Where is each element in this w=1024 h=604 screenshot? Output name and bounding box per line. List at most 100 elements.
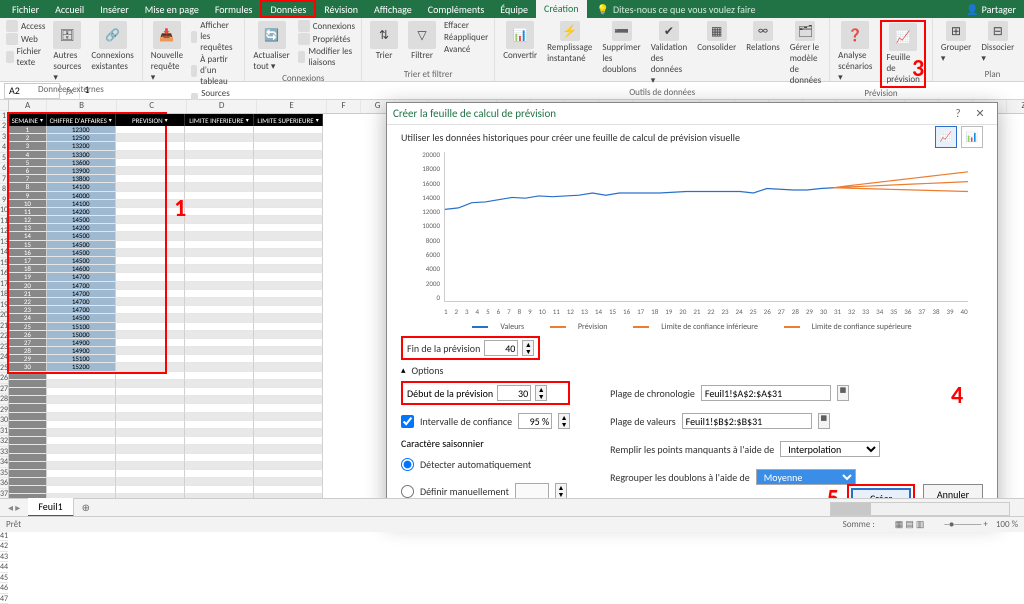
web-icon	[6, 33, 18, 45]
btn-consolider[interactable]: ▦Consolider	[695, 20, 738, 54]
chrono-picker[interactable]: ▦	[837, 385, 849, 401]
intervalle-spinner[interactable]: ▲▼	[558, 413, 570, 429]
btn-reappliquer[interactable]: Réappliquer	[444, 32, 488, 43]
btn-nouvelle-requete[interactable]: 📥Nouvelle requête ▾	[149, 20, 185, 84]
data-validation-icon: ✔	[659, 21, 679, 41]
btn-modifier-liaisons[interactable]: Modifier les liaisons	[298, 46, 355, 68]
tab-mise-en-page[interactable]: Mise en page	[137, 0, 207, 18]
intervalle-checkbox[interactable]	[401, 415, 414, 428]
group-label-sort: Trier et filtrer	[404, 69, 453, 81]
zoom-slider[interactable]: ─●────── +	[944, 519, 987, 530]
fin-prevision-spinner[interactable]: ▲▼	[522, 340, 534, 356]
definir-manuel-radio[interactable]	[401, 485, 414, 498]
status-sum: Somme :	[843, 519, 875, 530]
view-buttons[interactable]: ▦ ▤ ▥	[895, 519, 925, 530]
regrouper-label: Regrouper les doublons à l'aide de	[610, 471, 750, 484]
relations-icon: ∞	[753, 21, 773, 41]
btn-proprietes[interactable]: Propriétés	[298, 33, 355, 45]
btn-convertir[interactable]: 📊Convertir	[501, 20, 539, 62]
menu-tabs: Fichier Accueil Insérer Mise en page For…	[0, 0, 1024, 18]
chrono-input[interactable]	[701, 385, 831, 401]
definir-spinner[interactable]: ▲▼	[555, 483, 567, 499]
btn-avance[interactable]: Avancé	[444, 44, 488, 55]
group-label-conn: Connexions	[282, 73, 324, 85]
bulb-icon: 💡	[597, 3, 609, 16]
tab-accueil[interactable]: Accueil	[47, 0, 92, 18]
dialog-help-button[interactable]: ?	[947, 107, 969, 120]
share-button[interactable]: 👤Partager	[966, 3, 1016, 16]
whatif-icon: ❓	[841, 21, 869, 49]
tab-formules[interactable]: Formules	[207, 0, 261, 18]
sheet-nav[interactable]: ◂ ▸	[0, 501, 28, 514]
valeurs-input[interactable]	[682, 413, 812, 429]
btn-validation[interactable]: ✔Validation des données ▾	[649, 20, 690, 87]
tab-complements[interactable]: Compléments	[420, 0, 493, 18]
dialog-close-button[interactable]: ✕	[969, 107, 991, 120]
add-sheet-button[interactable]: ⊕	[74, 499, 98, 516]
consolidate-icon: ▦	[707, 21, 727, 41]
group-icon: ⊞	[946, 21, 966, 41]
btn-relations[interactable]: ∞Relations	[744, 20, 782, 54]
btn-web[interactable]: Web	[6, 33, 45, 45]
annotation-3: 3	[912, 54, 924, 83]
btn-from-table[interactable]: À partir d'un tableau	[191, 54, 238, 87]
regrouper-select[interactable]: Moyenne	[756, 469, 856, 485]
show-queries-icon	[191, 31, 197, 43]
btn-filtrer[interactable]: ▽Filtrer	[406, 20, 438, 62]
chart-type-column-button[interactable]: 📊	[961, 126, 983, 148]
btn-afficher-requetes[interactable]: Afficher les requêtes	[191, 20, 238, 53]
tab-insertion[interactable]: Insérer	[92, 0, 136, 18]
intervalle-input[interactable]	[518, 413, 552, 429]
debut-prevision-input[interactable]	[497, 385, 531, 401]
forecast-chart: 2000018000160001400012000100008000600040…	[412, 150, 972, 320]
btn-actualiser-tout[interactable]: 🔄Actualiser tout ▾	[251, 20, 291, 73]
tab-creation[interactable]: Création	[536, 0, 586, 18]
zoom-level[interactable]: 100 %	[996, 519, 1018, 530]
btn-trier[interactable]: ⇅Trier	[368, 20, 400, 62]
from-table-icon	[191, 65, 197, 77]
data-table[interactable]: SEMAINECHIFFRE D'AFFAIRESPREVISIONLIMITE…	[9, 114, 323, 511]
dialog-description: Utiliser les données historiques pour cr…	[401, 131, 983, 144]
btn-grouper[interactable]: ⊞Grouper ▾	[939, 20, 974, 65]
dialog-title: Créer la feuille de calcul de prévision	[393, 107, 556, 120]
btn-connexions-existantes[interactable]: 🔗Connexions existantes	[89, 20, 135, 73]
connections-icon	[298, 20, 310, 32]
btn-dissocier[interactable]: ⊟Dissocier ▾	[979, 20, 1016, 65]
tab-revision[interactable]: Révision	[316, 0, 366, 18]
other-sources-icon: 🗄	[53, 21, 81, 49]
valeurs-label: Plage de valeurs	[610, 415, 676, 428]
btn-fichier-texte[interactable]: Fichier texte	[6, 46, 45, 68]
btn-connexions[interactable]: Connexions	[298, 20, 355, 32]
new-query-icon: 📥	[153, 21, 181, 49]
tab-equipe[interactable]: Équipe	[492, 0, 536, 18]
detect-auto-radio[interactable]	[401, 458, 414, 471]
tab-affichage[interactable]: Affichage	[366, 0, 420, 18]
row-headers[interactable]: 1234567891011121314151617181920212223242…	[0, 100, 9, 510]
text-to-cols-icon: 📊	[506, 21, 534, 49]
definir-manuel-input[interactable]	[515, 483, 549, 499]
sort-icon: ⇅	[370, 21, 398, 49]
debut-prevision-spinner[interactable]: ▲▼	[535, 385, 547, 401]
btn-remplissage[interactable]: ⚡Remplissage instantané	[545, 20, 594, 65]
btn-access[interactable]: Access	[6, 20, 45, 32]
valeurs-picker[interactable]: ▦	[818, 413, 830, 429]
tab-fichier[interactable]: Fichier	[4, 0, 47, 18]
btn-autres-sources[interactable]: 🗄Autres sources ▾	[51, 20, 83, 84]
edit-links-icon	[298, 51, 306, 63]
tell-me-search[interactable]: 💡Dites-nous ce que vous voulez faire	[597, 0, 756, 18]
existing-conn-icon: 🔗	[99, 21, 127, 49]
remplir-select[interactable]: Interpolation	[780, 441, 880, 457]
btn-analyse-scenarios[interactable]: ❓Analyse scénarios ▾	[836, 20, 874, 84]
btn-supprimer-doublons[interactable]: ➖Supprimer les doublons	[600, 20, 642, 76]
fin-prevision-input[interactable]	[484, 340, 518, 356]
tab-donnees[interactable]: Données	[260, 0, 316, 18]
share-icon: 👤	[966, 3, 978, 16]
remplir-label: Remplir les points manquants à l'aide de	[610, 443, 774, 456]
options-label[interactable]: Options	[412, 364, 444, 377]
forecast-dialog: Créer la feuille de calcul de prévision …	[386, 102, 998, 520]
sheet-tab-feuil1[interactable]: Feuil1	[28, 498, 73, 517]
chart-type-line-button[interactable]: 📈	[935, 126, 957, 148]
btn-effacer[interactable]: Effacer	[444, 20, 488, 31]
horizontal-scrollbar[interactable]	[830, 502, 1010, 516]
btn-gerer-modele[interactable]: 🗂Gérer le modèle de données	[788, 20, 823, 87]
